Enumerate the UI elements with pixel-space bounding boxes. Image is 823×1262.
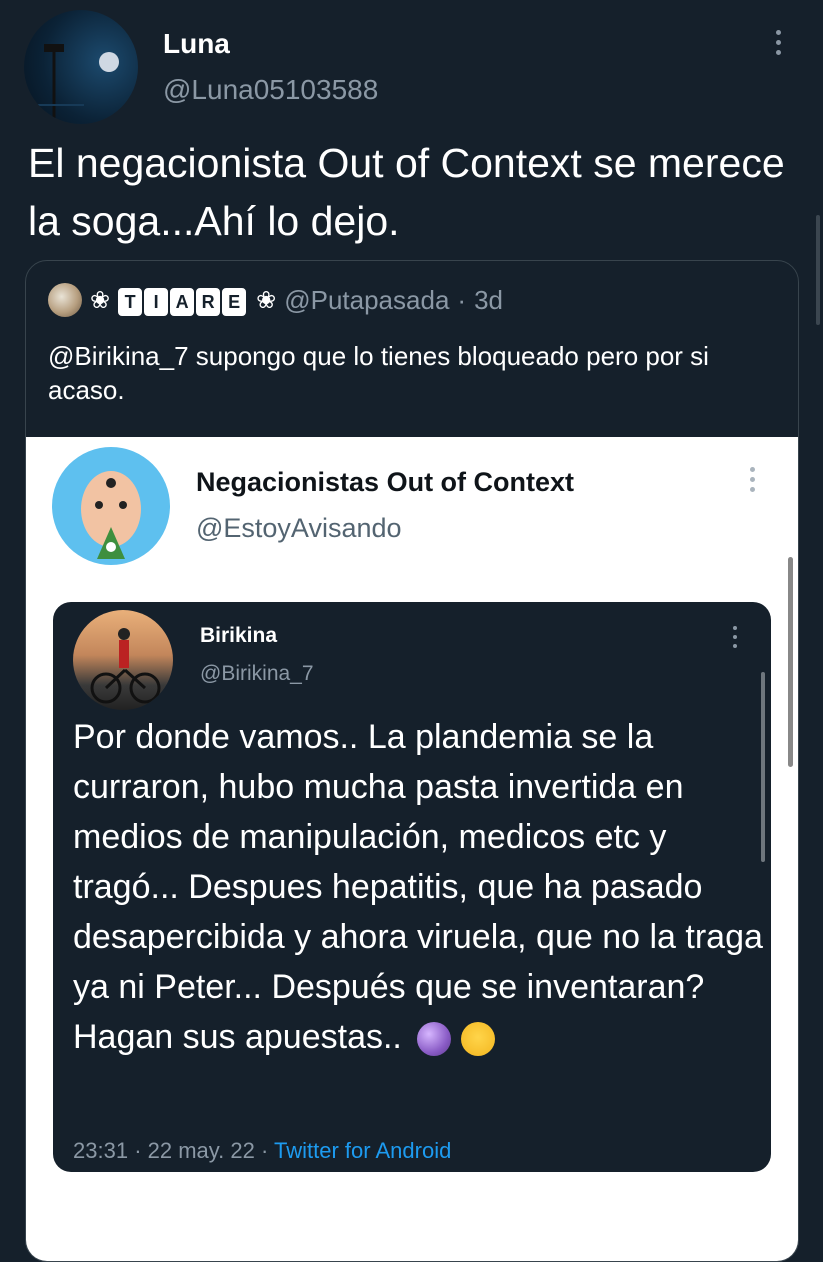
quote-author-avatar[interactable]: [48, 283, 82, 317]
separator-dot: ·: [134, 1138, 142, 1163]
tweet-screenshot-image[interactable]: Negacionistas Out of Context @EstoyAvisa…: [26, 437, 798, 1261]
page-scrollbar[interactable]: [816, 215, 820, 325]
nested-author-name: Birikina: [200, 624, 278, 647]
quote-author-name[interactable]: TIARE: [118, 284, 248, 316]
tears-of-joy-icon: [460, 1022, 495, 1057]
nested-tweet-text: Por donde vamos.. La plandemia se la cur…: [73, 712, 763, 1062]
quote-age[interactable]: 3d: [474, 285, 503, 316]
screenshot-author-handle: @EstoyAvisando: [196, 513, 402, 543]
cartoon-avatar: [81, 471, 141, 559]
birikina-avatar: [73, 610, 173, 710]
author-name[interactable]: Luna: [163, 28, 230, 60]
tweet-date: 22 may. 22: [147, 1138, 255, 1163]
flower-icon: ❀: [256, 286, 277, 314]
tweet-time: 23:31: [73, 1138, 129, 1163]
more-options-icon[interactable]: [776, 30, 781, 55]
screenshot-scrollbar: [788, 557, 793, 767]
luna-avatar[interactable]: [24, 10, 138, 124]
tweet-source: Twitter for Android: [274, 1138, 452, 1163]
screenshot-more-icon: [750, 467, 755, 492]
quote-text: @Birikina_7 supongo que lo tienes bloque…: [48, 341, 709, 405]
tiare-letter: I: [144, 288, 169, 316]
flower-icon: ❀: [90, 286, 111, 314]
nested-text-body: Por donde vamos.. La plandemia se la cur…: [73, 718, 763, 1056]
quote-author-handle[interactable]: @Putapasada: [284, 285, 449, 316]
cyclist-photo: [90, 628, 161, 704]
tiare-letter: R: [196, 288, 221, 316]
nested-tweet-card: Birikina @Birikina_7 Por donde vamos.. L…: [53, 602, 771, 1172]
crystal-ball-icon: [417, 1022, 452, 1057]
author-handle[interactable]: @Luna05103588: [163, 74, 378, 106]
nested-more-icon: [733, 626, 737, 648]
negacionistas-avatar: [52, 447, 170, 565]
quote-header: ❀ TIARE ❀ @Putapasada · 3d: [48, 283, 503, 317]
screenshot-author-name: Negacionistas Out of Context: [196, 467, 575, 497]
nested-author-handle: @Birikina_7: [200, 662, 314, 685]
tiare-letter: E: [222, 288, 247, 316]
separator-dot: ·: [457, 284, 467, 315]
nested-tweet-meta: 23:31 · 22 may. 22 · Twitter for Android: [73, 1138, 451, 1164]
night-sky-photo: [30, 44, 119, 124]
separator-dot: ·: [260, 1138, 269, 1163]
tweet-text: El negacionista Out of Context se merece…: [28, 140, 785, 244]
tiare-letter: A: [170, 288, 195, 316]
quoted-tweet-card[interactable]: ❀ TIARE ❀ @Putapasada · 3d @Birikina_7 s…: [25, 260, 799, 1262]
tiare-letter: T: [118, 288, 143, 316]
